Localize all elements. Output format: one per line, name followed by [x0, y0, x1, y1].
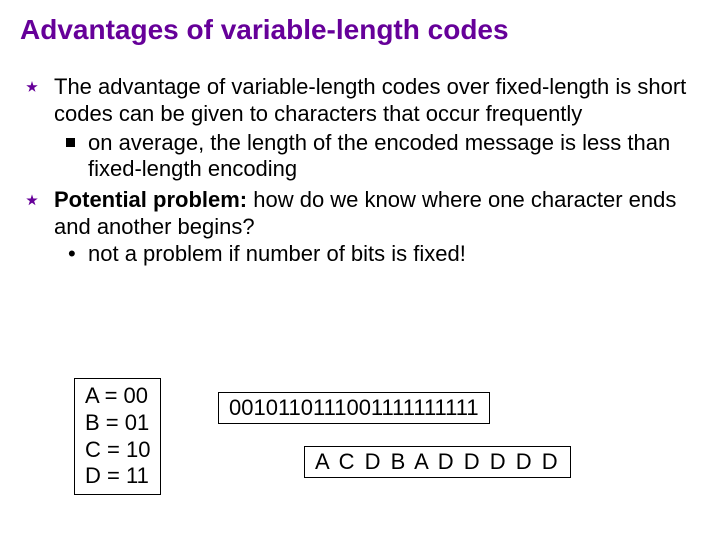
code-A: A = 00 — [85, 383, 150, 410]
code-table: A = 00 B = 01 C = 10 D = 11 — [74, 378, 161, 495]
slide: Advantages of variable-length codes The … — [0, 0, 720, 540]
bullet-2: Potential problem: how do we know where … — [54, 187, 692, 267]
bullet-2-sub-text: not a problem if number of bits is fixed… — [88, 241, 466, 266]
bullet-2-sub: not a problem if number of bits is fixed… — [88, 241, 692, 268]
bullet-2-label: Potential problem: — [54, 187, 247, 212]
bullet-1-sub-text: on average, the length of the encoded me… — [88, 130, 670, 182]
bullet-1-text: The advantage of variable-length codes o… — [54, 74, 686, 126]
slide-title: Advantages of variable-length codes — [20, 14, 702, 46]
code-C: C = 10 — [85, 437, 150, 464]
bullet-1-sub: on average, the length of the encoded me… — [88, 130, 692, 184]
bullet-1: The advantage of variable-length codes o… — [54, 74, 692, 183]
code-D: D = 11 — [85, 463, 150, 490]
code-B: B = 01 — [85, 410, 150, 437]
decoded-box: A C D B A D D D D D — [304, 446, 571, 478]
bullet-list: The advantage of variable-length codes o… — [18, 74, 702, 268]
bitstring-box: 0010110111001111111111 — [218, 392, 490, 424]
